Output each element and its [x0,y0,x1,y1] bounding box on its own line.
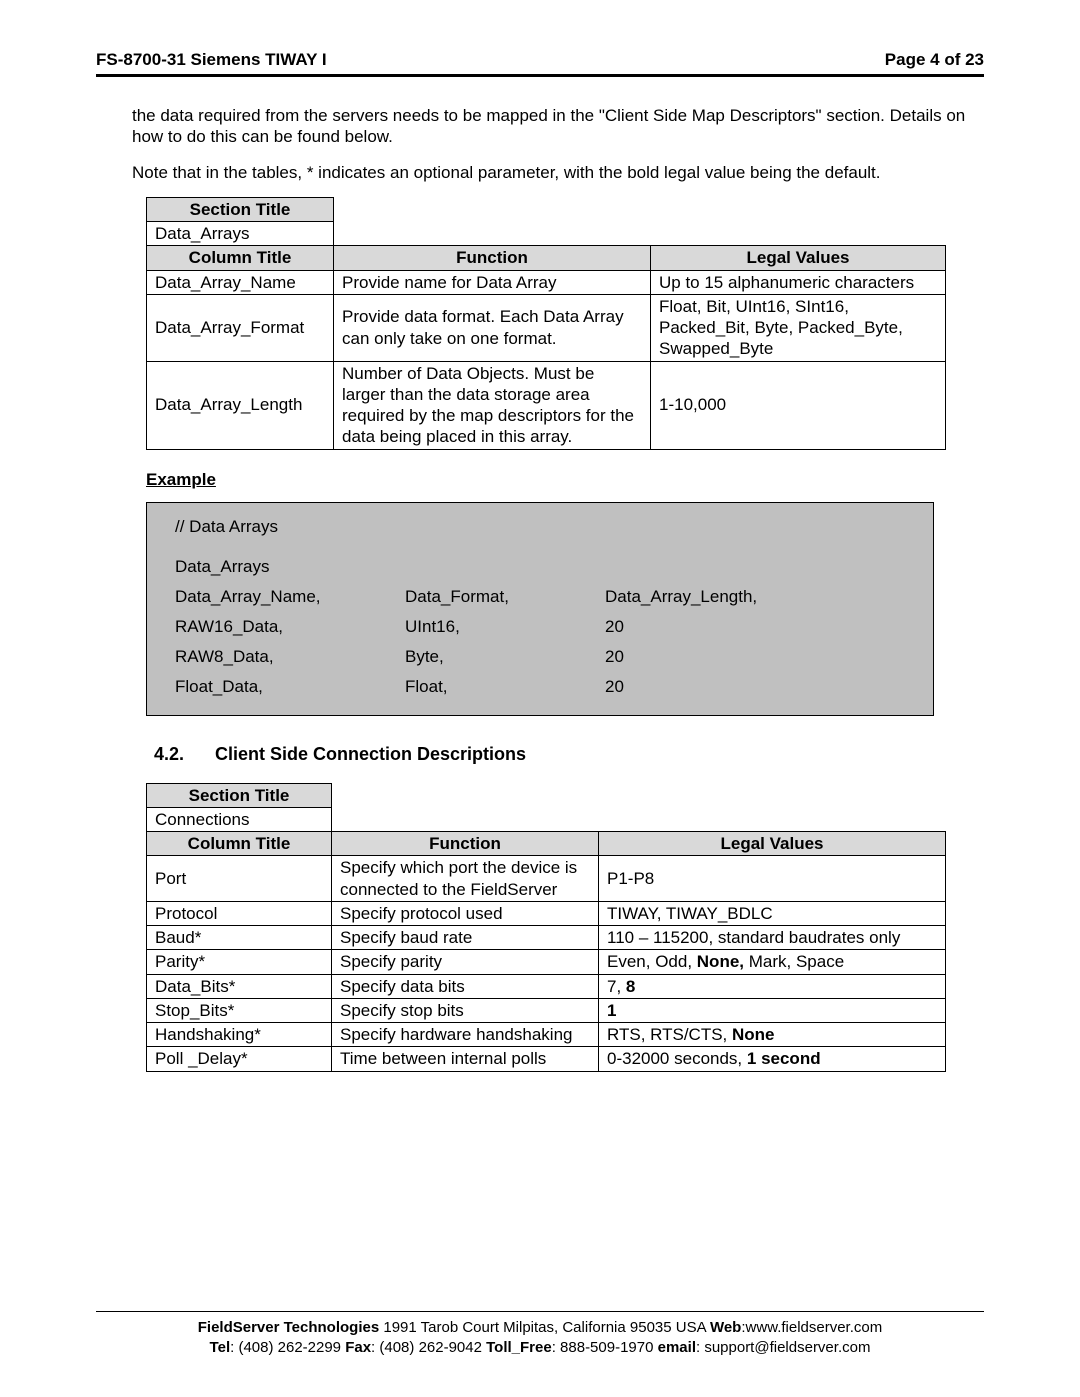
t1-function-hdr: Function [334,246,651,270]
footer-addr: 1991 Tarob Court Milpitas, California 95… [379,1319,710,1336]
t1-section-title-hdr: Section Title [147,197,334,221]
footer-toll-label: Toll_Free [486,1339,552,1356]
t1-legal-hdr: Legal Values [651,246,946,270]
sec42-title: Client Side Connection Descriptions [215,744,526,764]
t2-r1-fn: Specify protocol used [332,901,599,925]
table-row: Data_Array_Format Provide data format. E… [147,294,946,361]
code-r1-c1: RAW8_Data, [175,647,405,667]
t2-r0-fn: Specify which port the device is connect… [332,856,599,902]
footer-tel: : (408) 262-2299 [230,1339,345,1356]
table-row: Stop_Bits* Specify stop bits 1 [147,998,946,1022]
table-row: Handshaking* Specify hardware handshakin… [147,1023,946,1047]
example-label: Example [146,470,984,490]
header-left: FS-8700-31 Siemens TIWAY I [96,50,327,70]
t2-r4-col: Data_Bits* [147,974,332,998]
t2-r1-lv: TIWAY, TIWAY_BDLC [599,901,946,925]
footer-fax: : (408) 262-9042 [371,1339,486,1356]
code-h-c2: Data_Format, [405,587,605,607]
t2-r5-col: Stop_Bits* [147,998,332,1022]
t1-r2-lv: 1-10,000 [651,361,946,449]
t1-r2-fn: Number of Data Objects. Must be larger t… [334,361,651,449]
t2-r1-col: Protocol [147,901,332,925]
header-right: Page 4 of 23 [885,50,984,70]
t2-legal-hdr: Legal Values [599,832,946,856]
t2-r7-lv: 0-32000 seconds, 1 second [599,1047,946,1071]
t2-r3-fn: Specify parity [332,950,599,974]
footer-company: FieldServer Technologies [198,1319,379,1336]
table-row: Baud* Specify baud rate 110 – 115200, st… [147,926,946,950]
code-r1-c2: Byte, [405,647,605,667]
t2-r6-fn: Specify hardware handshaking [332,1023,599,1047]
t1-r0-fn: Provide name for Data Array [334,270,651,294]
code-l2: Data_Arrays [175,557,269,577]
section-4-2-heading: 4.2. Client Side Connection Descriptions [154,744,984,765]
table-row: Data_Array_Name Provide name for Data Ar… [147,270,946,294]
code-h-c1: Data_Array_Name, [175,587,405,607]
t2-section-title-val: Connections [147,807,332,831]
t2-r2-col: Baud* [147,926,332,950]
t2-r4-fn: Specify data bits [332,974,599,998]
code-r2-c3: 20 [605,677,905,697]
code-r0-c3: 20 [605,617,905,637]
t1-r0-lv: Up to 15 alphanumeric characters [651,270,946,294]
footer-toll: : 888-509-1970 [552,1339,658,1356]
t1-r1-lv: Float, Bit, UInt16, SInt16, Packed_Bit, … [651,294,946,361]
footer-fax-label: Fax [345,1339,371,1356]
t2-r7-fn: Time between internal polls [332,1047,599,1071]
table-row: Parity* Specify parity Even, Odd, None, … [147,950,946,974]
t1-r0-col: Data_Array_Name [147,270,334,294]
t2-r5-lv: 1 [599,998,946,1022]
code-r2-c1: Float_Data, [175,677,405,697]
code-r0-c1: RAW16_Data, [175,617,405,637]
footer-tel-label: Tel [210,1339,231,1356]
code-h-c3: Data_Array_Length, [605,587,905,607]
footer-web: :www.fieldserver.com [741,1319,882,1336]
t2-r6-lv: RTS, RTS/CTS, None [599,1023,946,1047]
footer-email-label: email [658,1339,696,1356]
t2-r4-lv: 7, 8 [599,974,946,998]
t2-r2-fn: Specify baud rate [332,926,599,950]
t2-r0-lv: P1-P8 [599,856,946,902]
page-header: FS-8700-31 Siemens TIWAY I Page 4 of 23 [96,50,984,77]
t1-col-title-hdr: Column Title [147,246,334,270]
intro-p2: Note that in the tables, * indicates an … [132,162,984,183]
t2-r7-col: Poll _Delay* [147,1047,332,1071]
connections-table: Section Title Connections Column Title F… [146,783,946,1072]
code-r0-c2: UInt16, [405,617,605,637]
t2-r0-col: Port [147,856,332,902]
t2-section-title-hdr: Section Title [147,783,332,807]
table-row: Data_Array_Length Number of Data Objects… [147,361,946,449]
t2-r3-col: Parity* [147,950,332,974]
table-row: Protocol Specify protocol used TIWAY, TI… [147,901,946,925]
t1-r2-col: Data_Array_Length [147,361,334,449]
code-r2-c2: Float, [405,677,605,697]
t1-r1-col: Data_Array_Format [147,294,334,361]
code-r1-c3: 20 [605,647,905,667]
table-row: Port Specify which port the device is co… [147,856,946,902]
t1-r1-fn: Provide data format. Each Data Array can… [334,294,651,361]
intro-p1: the data required from the servers needs… [132,105,984,148]
data-arrays-table: Section Title Data_Arrays Column Title F… [146,197,946,450]
t1-section-title-val: Data_Arrays [147,222,334,246]
footer-email: : support@fieldserver.com [696,1339,870,1356]
footer-web-label: Web [710,1319,741,1336]
t2-r5-fn: Specify stop bits [332,998,599,1022]
t2-r3-lv: Even, Odd, None, Mark, Space [599,950,946,974]
table-row: Poll _Delay* Time between internal polls… [147,1047,946,1071]
sec42-num: 4.2. [154,744,210,765]
example-code-block: // Data Arrays Data_Arrays Data_Array_Na… [146,502,934,716]
t2-r2-lv: 110 – 115200, standard baudrates only [599,926,946,950]
code-comment: // Data Arrays [175,517,278,537]
t2-col-title-hdr: Column Title [147,832,332,856]
t2-r6-col: Handshaking* [147,1023,332,1047]
page-footer: FieldServer Technologies 1991 Tarob Cour… [96,1311,984,1357]
t2-function-hdr: Function [332,832,599,856]
table-row: Data_Bits* Specify data bits 7, 8 [147,974,946,998]
